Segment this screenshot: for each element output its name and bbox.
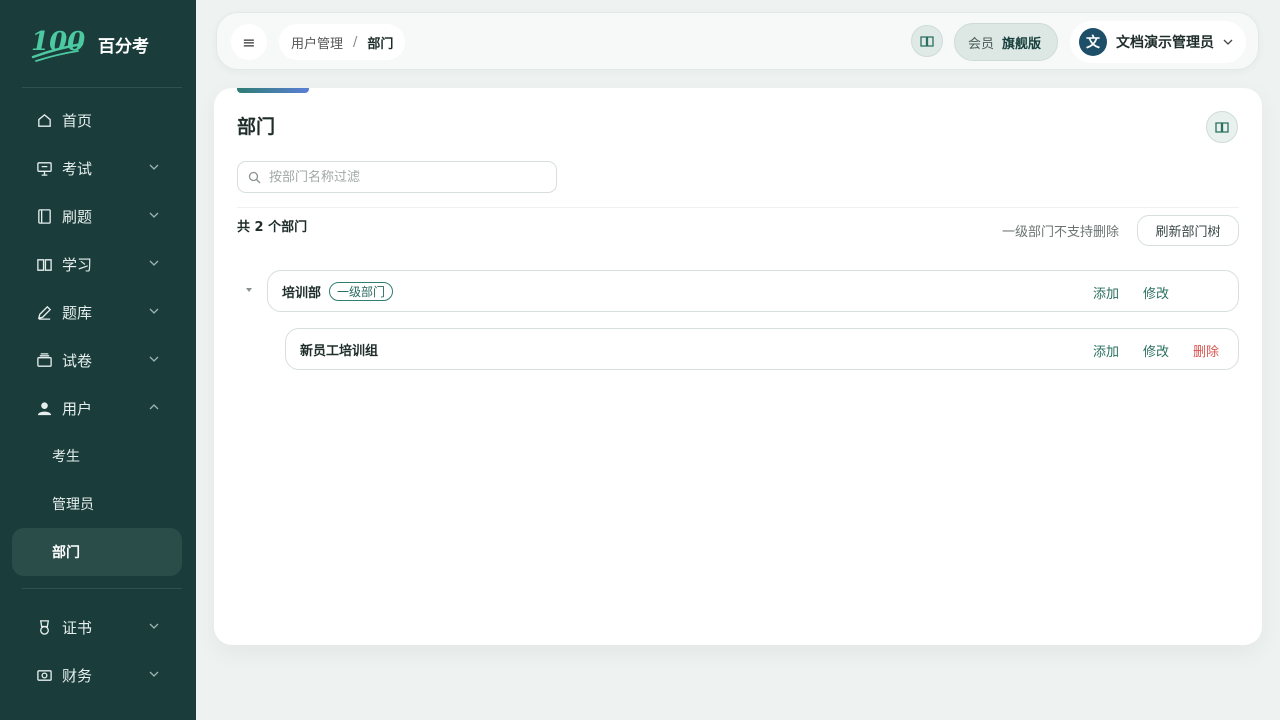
sidebar-item-exam[interactable]: 考试 [12,146,182,190]
sidebar-item-papers[interactable]: 试卷 [12,338,182,382]
sidebar-item-practice[interactable]: 刷题 [12,194,182,238]
sidebar-subitem-admins[interactable]: 管理员 [12,480,182,528]
user-name: 文档演示管理员 [1116,35,1214,51]
sidebar-item-label: 证书 [62,618,93,637]
sidebar-subitem-departments[interactable]: 部门 [12,528,182,576]
tree-collapse-icon[interactable] [245,286,253,294]
edit-button[interactable]: 修改 [1143,341,1169,360]
hamburger-icon: ≡ [242,32,256,52]
chevron-down-icon [1223,39,1233,45]
sidebar-item-label: 用户 [62,399,93,418]
sidebar-item-label: 财务 [62,666,93,685]
page-title: 部门 [237,116,276,138]
docs-button[interactable] [911,25,943,57]
avatar: 文 [1079,28,1107,56]
brand-logo-icon: 100 [31,27,85,62]
sidebar-item-question-bank[interactable]: 题库 [12,290,182,334]
sidebar: 100 百分考 首页 考试 刷题 学习 题库 试卷 用户 考生 管理员 部门 证… [0,0,196,720]
sidebar-item-label: 学习 [62,255,93,274]
sidebar-item-certificates[interactable]: 证书 [12,605,182,649]
sidebar-divider [22,87,182,88]
medal-icon [36,619,53,636]
book-icon [1215,122,1229,133]
sidebar-item-finance[interactable]: 财务 [12,653,182,697]
notebook-icon [36,208,53,225]
top-bar: ≡ 用户管理 / 部门 会员 旗舰版 文 文档演示管理员 [216,12,1259,70]
chevron-down-icon [149,212,159,218]
department-name: 新员工培训组 [300,343,379,359]
user-icon [36,400,53,417]
search-icon [248,171,261,183]
brand[interactable]: 100 百分考 [30,24,149,64]
department-card: 部门 共 2 个部门 一级部门不支持删除 刷新部门树 培训部 一级部门 添加 修… [214,88,1262,645]
tree-node-new-staff-group[interactable]: 新员工培训组 添加 修改 删除 [285,328,1239,370]
chevron-up-icon [149,404,159,410]
book-icon [920,36,934,47]
membership-badge[interactable]: 会员 旗舰版 [954,23,1058,61]
sidebar-item-label: 刷题 [62,207,93,226]
svg-text:100: 100 [31,27,85,57]
chevron-down-icon [149,308,159,314]
breadcrumb: 用户管理 / 部门 [279,24,406,60]
help-docs-button[interactable] [1206,111,1238,143]
sidebar-item-label: 考试 [62,159,93,178]
edit-button[interactable]: 修改 [1143,283,1169,302]
sidebar-item-label: 首页 [62,111,93,130]
search-input[interactable] [269,169,539,185]
delete-button[interactable]: 删除 [1193,341,1219,360]
chevron-down-icon [149,671,159,677]
refresh-tree-button[interactable]: 刷新部门树 [1137,215,1239,246]
member-label: 会员 [968,36,995,52]
brand-name: 百分考 [98,36,149,57]
chevron-down-icon [149,356,159,362]
breadcrumb-separator: / [353,34,358,50]
card-accent-bar [237,88,309,93]
level-tag: 一级部门 [329,281,394,301]
user-menu[interactable]: 文 文档演示管理员 [1070,21,1246,63]
chevron-down-icon [149,260,159,266]
member-plan: 旗舰版 [1002,36,1042,52]
add-button[interactable]: 添加 [1093,341,1119,360]
breadcrumb-parent[interactable]: 用户管理 [291,33,343,52]
chevron-down-icon [149,623,159,629]
sidebar-subitem-candidates[interactable]: 考生 [12,432,182,480]
paper-tray-icon [36,352,53,369]
sidebar-item-home[interactable]: 首页 [12,98,182,142]
delete-note: 一级部门不支持删除 [1002,225,1120,240]
home-icon [36,112,53,129]
department-count: 共 2 个部门 [237,220,308,235]
book-open-icon [36,256,53,273]
tree-node-training-dept[interactable]: 培训部 一级部门 添加 修改 [267,270,1239,312]
sidebar-item-users[interactable]: 用户 [12,386,182,430]
add-button[interactable]: 添加 [1093,283,1119,302]
pencil-icon [36,304,53,321]
menu-toggle-button[interactable]: ≡ [231,24,267,60]
sidebar-item-label: 试卷 [62,351,93,370]
department-name: 培训部 [282,285,322,301]
breadcrumb-current: 部门 [367,36,394,52]
sidebar-divider [22,588,182,589]
sidebar-item-study[interactable]: 学习 [12,242,182,286]
presentation-icon [36,160,53,177]
sidebar-item-label: 题库 [62,303,93,322]
department-search [237,161,557,193]
money-icon [36,667,53,684]
divider [237,207,1239,208]
chevron-down-icon [149,164,159,170]
